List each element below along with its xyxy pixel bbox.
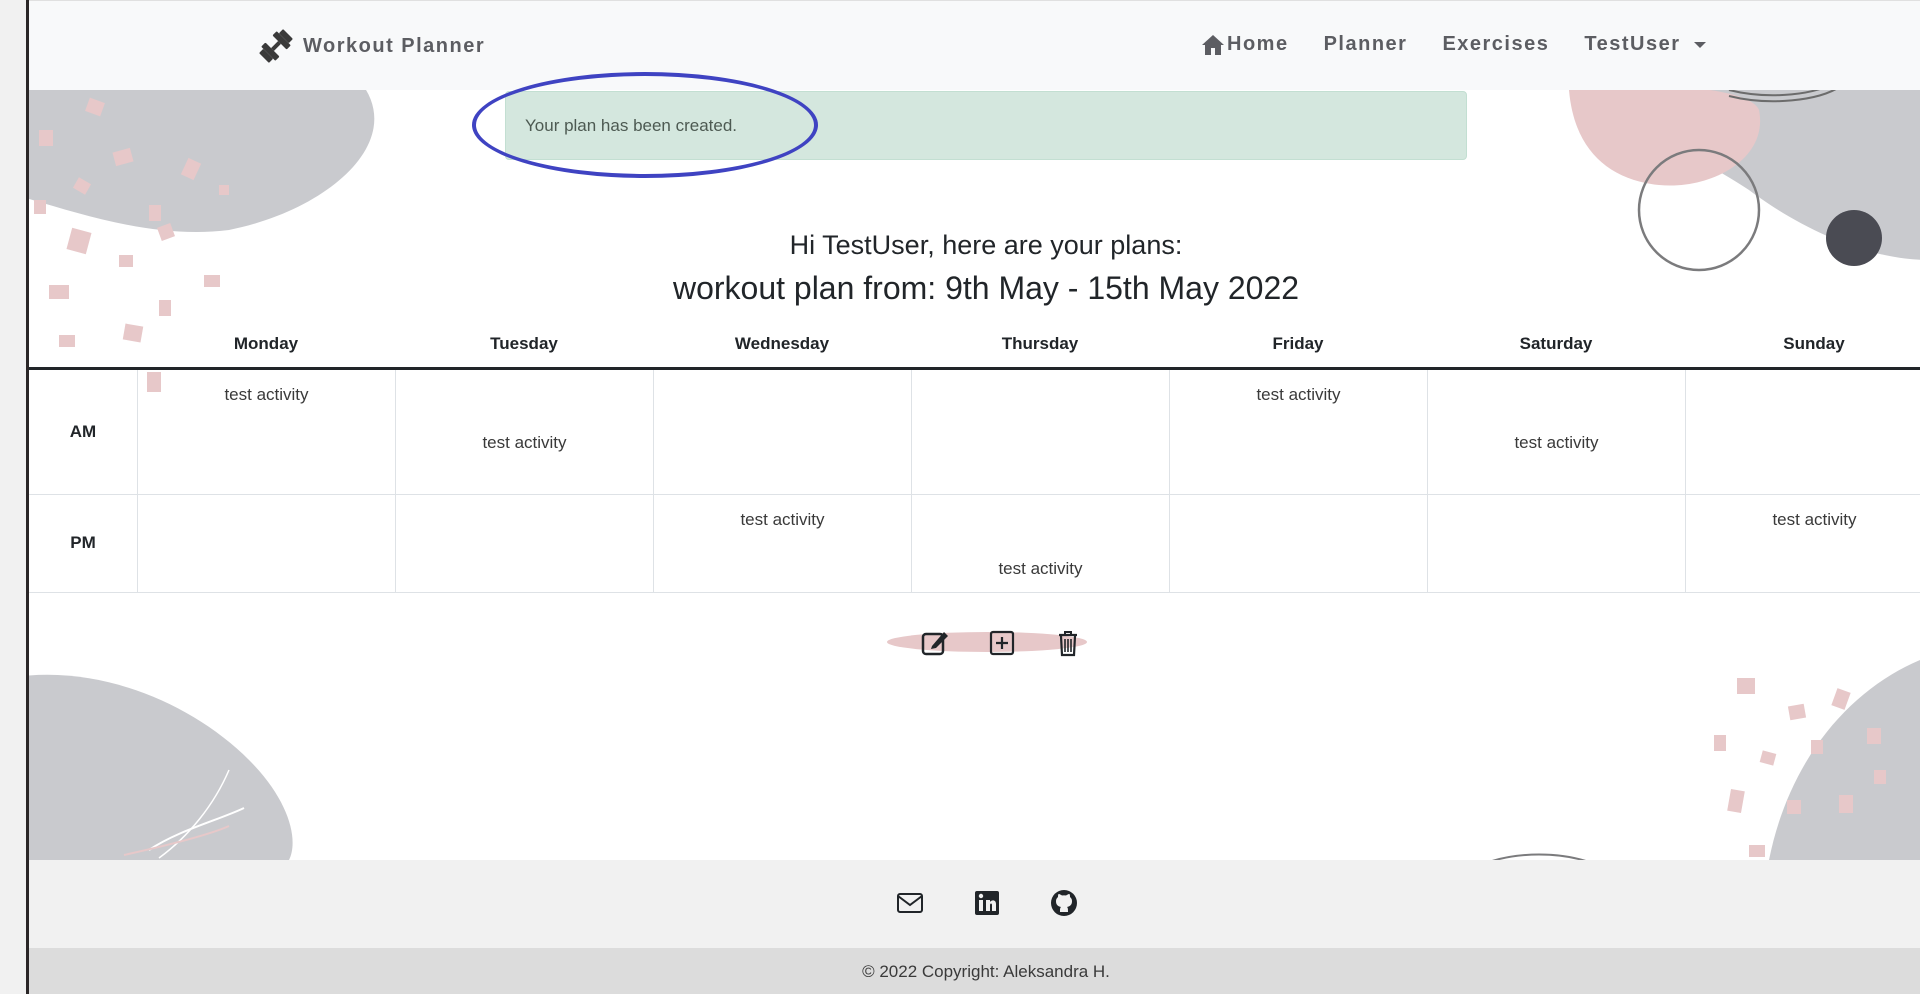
planner-table-header: Monday Tuesday Wednesday Thursday Friday… — [29, 318, 1920, 370]
plan-cell-monday-am[interactable]: test activity — [137, 370, 395, 494]
activity-text: test activity — [1772, 510, 1857, 529]
day-header-saturday: Saturday — [1519, 334, 1593, 353]
plan-cell-friday-pm[interactable] — [1169, 495, 1427, 592]
plan-actions — [887, 622, 1087, 660]
plan-cell-tuesday-pm[interactable] — [395, 495, 653, 592]
footer-social — [29, 860, 1920, 948]
day-header-friday: Friday — [1272, 334, 1324, 353]
planner-table: Monday Tuesday Wednesday Thursday Friday… — [29, 318, 1920, 593]
plan-range-heading: workout plan from: 9th May - 15th May 20… — [672, 270, 1300, 306]
plan-cell-monday-pm[interactable] — [137, 495, 395, 592]
nav-links: Home Planner Exercises TestUser — [1201, 33, 1741, 56]
edit-icon[interactable] — [920, 628, 950, 658]
plan-cell-wednesday-am[interactable] — [653, 370, 911, 494]
row-label-am: AM — [69, 422, 97, 441]
github-icon[interactable] — [1049, 888, 1079, 918]
activity-text: test activity — [1256, 385, 1341, 404]
annotation-ellipse — [472, 72, 818, 178]
brand-name: Workout Planner — [303, 34, 486, 57]
plan-cell-sunday-am[interactable] — [1685, 370, 1920, 494]
nav-exercises-link[interactable]: Exercises — [1442, 33, 1549, 56]
delete-icon[interactable] — [1053, 628, 1083, 658]
linkedin-icon[interactable] — [972, 888, 1002, 918]
plan-cell-wednesday-pm[interactable]: test activity — [653, 495, 911, 592]
activity-text: test activity — [482, 433, 567, 452]
activity-text: test activity — [224, 385, 309, 404]
add-icon[interactable] — [987, 628, 1017, 658]
greeting-heading: Hi TestUser, here are your plans: — [789, 230, 1183, 260]
nav-home-label: Home — [1227, 33, 1289, 55]
row-label-pm: PM — [70, 533, 96, 552]
plan-cell-tuesday-am[interactable]: test activity — [395, 370, 653, 494]
day-header-wednesday: Wednesday — [734, 334, 830, 353]
user-menu-dropdown[interactable]: TestUser — [1584, 33, 1707, 56]
caret-down-icon — [1694, 41, 1707, 48]
page: Workout Planner Home Planner Exercises T… — [29, 0, 1920, 994]
activity-text: test activity — [998, 559, 1083, 578]
nav-planner-link[interactable]: Planner — [1324, 33, 1408, 56]
plan-cell-thursday-pm[interactable]: test activity — [911, 495, 1169, 592]
copyright-text: © 2022 Copyright: Aleksandra H. — [862, 962, 1110, 981]
dumbbell-icon — [259, 29, 293, 63]
activity-text: test activity — [740, 510, 825, 529]
day-header-tuesday: Tuesday — [490, 334, 558, 353]
day-header-thursday: Thursday — [1001, 334, 1079, 353]
table-row-pm: PM test activity test activity test acti… — [29, 495, 1920, 593]
activity-text: test activity — [1514, 433, 1599, 452]
footer-copyright-bar: © 2022 Copyright: Aleksandra H. — [29, 948, 1920, 994]
nav-home-link[interactable]: Home — [1201, 33, 1289, 56]
brand-link[interactable]: Workout Planner — [255, 25, 485, 67]
plan-cell-thursday-am[interactable] — [911, 370, 1169, 494]
plan-cell-saturday-am[interactable]: test activity — [1427, 370, 1685, 494]
nav-planner-label: Planner — [1323, 33, 1408, 55]
nav-exercises-label: Exercises — [1442, 33, 1550, 55]
left-window-border — [26, 0, 29, 994]
day-header-sunday: Sunday — [1783, 334, 1845, 353]
day-header-monday: Monday — [233, 334, 299, 353]
user-menu-label: TestUser — [1584, 33, 1681, 55]
table-row-am: AM test activity test activity test acti… — [29, 370, 1920, 495]
left-window-edge — [0, 0, 26, 994]
home-icon — [1202, 34, 1224, 55]
planner-table-body: AM test activity test activity test acti… — [29, 370, 1920, 593]
plan-cell-friday-am[interactable]: test activity — [1169, 370, 1427, 494]
navbar: Workout Planner Home Planner Exercises T… — [29, 0, 1920, 90]
plan-cell-saturday-pm[interactable] — [1427, 495, 1685, 592]
plan-cell-sunday-pm[interactable]: test activity — [1685, 495, 1920, 592]
email-icon[interactable] — [895, 888, 925, 918]
